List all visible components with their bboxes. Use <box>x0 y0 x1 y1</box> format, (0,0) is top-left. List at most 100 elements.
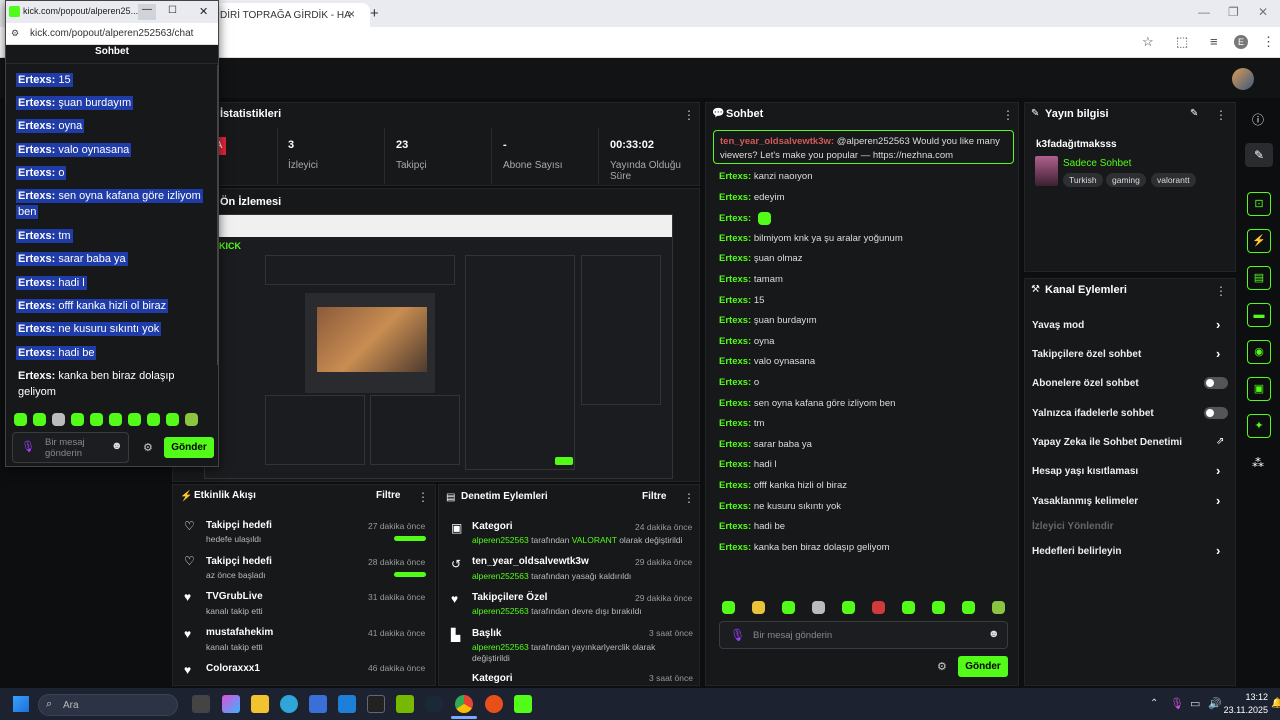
emote-icon[interactable] <box>185 413 198 426</box>
info-icon[interactable]: ⓘ <box>1252 111 1264 128</box>
chat-input[interactable]: 🎙 Bir mesaj gönderin ☻ <box>719 621 1008 649</box>
new-tab-button[interactable]: + <box>370 5 379 22</box>
emote-icon[interactable] <box>962 601 975 614</box>
epic-games-icon[interactable] <box>367 695 385 713</box>
popout-chat-input[interactable]: 🎙 Bir mesaj gönderin ☻ <box>12 432 129 463</box>
chat-username[interactable]: Ertexs: <box>18 144 55 156</box>
emote-icon[interactable] <box>842 601 855 614</box>
site-info-icon[interactable]: ⚙ <box>11 28 19 39</box>
chat-username[interactable]: Ertexs: <box>719 213 751 224</box>
chat-username[interactable]: Ertexs: <box>719 233 751 244</box>
popout-send-button[interactable]: Gönder <box>164 437 214 458</box>
popout-maximize-icon[interactable]: ☐ <box>168 5 177 16</box>
emote-icon[interactable] <box>992 601 1005 614</box>
kick-app-icon[interactable] <box>514 695 532 713</box>
taskbar-search[interactable]: ⌕ Ara <box>38 694 178 716</box>
chat-tool-icon[interactable]: ▬ <box>1247 303 1271 327</box>
chat-username[interactable]: Ertexs: <box>18 120 55 132</box>
chat-username[interactable]: Ertexs: <box>719 377 751 388</box>
bolt-tool-icon[interactable]: ⚡ <box>1247 229 1271 253</box>
action-followers-only[interactable]: Takipçilere özel sohbet <box>1032 349 1141 360</box>
profile-avatar-icon[interactable]: E <box>1234 35 1248 49</box>
windows-start-icon[interactable] <box>13 696 29 712</box>
emote-icon[interactable] <box>902 601 915 614</box>
emote-icon[interactable] <box>109 413 122 426</box>
activity-menu-icon[interactable]: ⋮ <box>417 490 429 504</box>
tray-chevron-up-icon[interactable]: ⌃ <box>1150 698 1158 709</box>
edge-icon[interactable] <box>280 695 298 713</box>
stream-preview[interactable]: KICK <box>204 214 673 479</box>
chat-username[interactable]: Ertexs: <box>18 97 55 109</box>
chevron-right-icon[interactable]: › <box>1216 543 1220 558</box>
emoji-icon[interactable]: ☻ <box>988 628 1000 640</box>
chat-username[interactable]: Ertexs: <box>18 323 55 335</box>
chat-username[interactable]: Ertexs: <box>719 171 751 182</box>
action-raid[interactable]: İzleyici Yönlendir <box>1032 521 1114 532</box>
chat-username[interactable]: Ertexs: <box>719 521 751 532</box>
emote-icon[interactable] <box>722 601 735 614</box>
chat-username[interactable]: Ertexs: <box>18 230 55 242</box>
chat-username[interactable]: Ertexs: <box>719 253 751 264</box>
moderation-menu-icon[interactable]: ⋮ <box>683 491 695 505</box>
brave-icon[interactable] <box>485 695 503 713</box>
emotes-only-toggle[interactable] <box>1204 407 1228 419</box>
emote-icon[interactable] <box>33 413 46 426</box>
action-account-age[interactable]: Hesap yaşı kısıtlaması <box>1032 466 1138 477</box>
chat-username[interactable]: Ertexs: <box>719 192 751 203</box>
channel-actions-menu-icon[interactable]: ⋮ <box>1215 284 1227 298</box>
chat-username[interactable]: Ertexs: <box>719 356 751 367</box>
chat-username[interactable]: Ertexs: <box>18 277 55 289</box>
tag-chip[interactable]: gaming <box>1106 173 1146 187</box>
emoji-icon[interactable]: ☻ <box>111 440 123 452</box>
emote-icon[interactable] <box>166 413 179 426</box>
action-banned-words[interactable]: Yasaklanmış kelimeler <box>1032 496 1138 507</box>
action-ai-moderation[interactable]: Yapay Zeka ile Sohbet Denetimi <box>1032 437 1182 448</box>
chat-menu-icon[interactable]: ⋮ <box>1002 108 1014 122</box>
copilot-icon[interactable] <box>222 695 240 713</box>
chat-username[interactable]: Ertexs: <box>18 253 55 265</box>
external-link-icon[interactable]: ⇗ <box>1216 436 1224 447</box>
taskbar-time[interactable]: 13:12 <box>1222 692 1268 702</box>
mic-icon[interactable]: 🎙 <box>21 440 35 453</box>
bookmark-star-icon[interactable]: ☆ <box>1142 34 1154 50</box>
stats-menu-icon[interactable]: ⋮ <box>683 108 695 122</box>
steam-icon[interactable] <box>425 695 443 713</box>
emote-icon[interactable] <box>932 601 945 614</box>
emote-icon[interactable] <box>782 601 795 614</box>
action-set-goals[interactable]: Hedefleri belirleyin <box>1032 546 1121 557</box>
nvidia-icon[interactable] <box>396 695 414 713</box>
emote-icon[interactable] <box>71 413 84 426</box>
emote-icon[interactable] <box>872 601 885 614</box>
chat-username[interactable]: Ertexs: <box>719 274 751 285</box>
maximize-icon[interactable]: ❐ <box>1228 5 1239 19</box>
document-icon[interactable]: ▤ <box>1247 266 1271 290</box>
mic-icon[interactable]: 🎙 <box>730 628 745 642</box>
taskbar-date[interactable]: 23.11.2025 <box>1212 705 1268 715</box>
more-tools-icon[interactable]: ⁂ <box>1252 456 1264 470</box>
chevron-right-icon[interactable]: › <box>1216 346 1220 361</box>
emote-icon[interactable] <box>752 601 765 614</box>
edit-tool-icon[interactable]: ✎ <box>1245 143 1273 167</box>
emote-icon[interactable] <box>812 601 825 614</box>
activity-filter[interactable]: Filtre <box>376 490 400 501</box>
chat-username[interactable]: Ertexs: <box>719 459 751 470</box>
chat-username[interactable]: Ertexs: <box>719 295 751 306</box>
chat-username[interactable]: Ertexs: <box>18 190 55 202</box>
tag-chip[interactable]: Turkish <box>1063 173 1103 187</box>
chrome-icon[interactable] <box>455 695 473 713</box>
edit-pencil-icon[interactable]: ✎ <box>1190 108 1198 119</box>
wrench-icon[interactable]: ✦ <box>1247 414 1271 438</box>
layout-icon[interactable]: ⊡ <box>1247 192 1271 216</box>
emote-icon[interactable] <box>90 413 103 426</box>
chevron-right-icon[interactable]: › <box>1216 493 1220 508</box>
store-icon[interactable] <box>309 695 327 713</box>
emote-icon[interactable] <box>14 413 27 426</box>
popout-settings-gear-icon[interactable]: ⚙ <box>143 441 153 454</box>
outlook-icon[interactable] <box>338 695 356 713</box>
chat-username[interactable]: Ertexs: <box>18 370 55 382</box>
user-avatar[interactable] <box>1232 68 1254 90</box>
chat-username[interactable]: Ertexs: <box>18 347 55 359</box>
moderation-tool-icon[interactable]: ▣ <box>1247 377 1271 401</box>
action-subs-only[interactable]: Abonelere özel sohbet <box>1032 378 1139 389</box>
chat-username[interactable]: Ertexs: <box>719 336 751 347</box>
